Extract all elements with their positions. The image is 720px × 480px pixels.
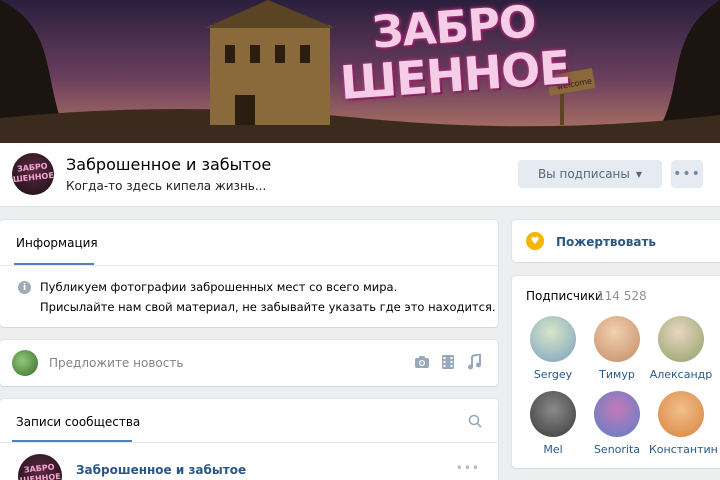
avatar-logo-text: ЗАБРО ШЕННОЕ — [19, 462, 62, 480]
subscribed-button[interactable]: Вы подписаны ▼ — [518, 160, 662, 188]
group-name: Заброшенное и забытое — [66, 155, 272, 174]
music-icon[interactable] — [466, 354, 482, 370]
subscriber-name: Sergey — [533, 368, 573, 381]
subscriber-name: Константин — [649, 443, 718, 456]
suggest-news-card[interactable]: Предложите новость — [0, 340, 498, 386]
divider — [0, 442, 498, 443]
tab-community-posts[interactable]: Записи сообщества — [16, 415, 140, 429]
subscriber-name: Александр — [649, 368, 713, 381]
subscriber-item[interactable]: Александр — [649, 316, 713, 381]
cover-image: welcome ЗАБРО ШЕННОЕ — [0, 0, 720, 143]
subscribers-card: Подписчики 114 528 Sergey Тимур Александ… — [512, 276, 720, 468]
subscriber-avatar — [530, 316, 576, 362]
subscribed-label: Вы подписаны — [537, 167, 630, 181]
subscriber-avatar — [658, 391, 704, 437]
tab-info[interactable]: Информация — [16, 236, 98, 250]
subscriber-item[interactable]: Sergey — [521, 316, 585, 381]
subscriber-name: Senorita — [593, 443, 641, 456]
subscriber-item[interactable]: Константин — [649, 391, 718, 456]
subscribers-count: 114 528 — [597, 289, 647, 303]
description-line-1: Публикуем фотографии заброшенных мест со… — [40, 280, 398, 294]
group-avatar[interactable]: ЗАБРО ШЕННОЕ — [12, 153, 54, 195]
subscriber-avatar — [594, 391, 640, 437]
heart-icon: ♥ — [526, 232, 544, 250]
user-avatar — [12, 350, 38, 376]
video-icon[interactable] — [440, 354, 456, 370]
post-author-name[interactable]: Заброшенное и забытое — [76, 463, 246, 477]
attach-icons — [414, 354, 482, 370]
chevron-down-icon: ▼ — [635, 169, 643, 179]
subscriber-item[interactable]: Mel — [521, 391, 585, 456]
suggest-news-input[interactable]: Предложите новость — [49, 356, 183, 370]
community-posts-card: Записи сообщества ЗАБРО ШЕННОЕ Заброшенн… — [0, 399, 498, 480]
subscriber-item[interactable]: Тимур — [585, 316, 649, 381]
subscriber-avatar — [658, 316, 704, 362]
more-dots-icon: ••• — [673, 166, 701, 182]
more-actions-button[interactable]: ••• — [671, 160, 703, 188]
avatar-logo-text: ЗАБРО ШЕННОЕ — [12, 161, 54, 185]
subscriber-avatar — [530, 391, 576, 437]
group-header: ЗАБРО ШЕННОЕ Заброшенное и забытое Когда… — [0, 143, 720, 207]
post-more-icon[interactable]: ••• — [456, 461, 480, 475]
subscribers-title[interactable]: Подписчики — [526, 289, 603, 303]
camera-icon[interactable] — [414, 354, 430, 370]
info-card: Информация i Публикуем фотографии заброш… — [0, 220, 498, 327]
post-author-avatar[interactable]: ЗАБРО ШЕННОЕ — [18, 454, 62, 480]
group-status: Когда-то здесь кипела жизнь... — [66, 179, 267, 193]
info-icon: i — [18, 281, 31, 294]
search-icon[interactable] — [468, 414, 482, 432]
description-line-2: Присылайте нам свой материал, не забывай… — [40, 300, 496, 314]
donate-card[interactable]: ♥ Пожертвовать — [512, 220, 720, 262]
subscriber-avatar — [594, 316, 640, 362]
subscriber-name: Тимур — [599, 368, 635, 381]
subscriber-name: Mel — [543, 443, 563, 456]
divider — [0, 265, 498, 266]
subscriber-item[interactable]: Senorita — [585, 391, 649, 456]
donate-link[interactable]: Пожертвовать — [556, 235, 656, 249]
